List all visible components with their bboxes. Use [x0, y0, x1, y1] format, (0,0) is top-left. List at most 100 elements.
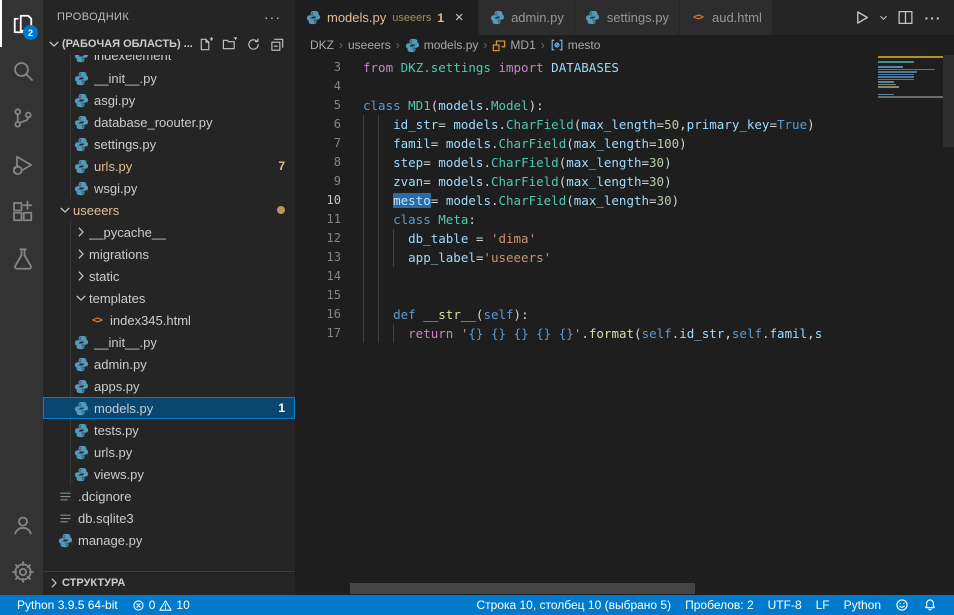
- python-file-icon: [585, 10, 601, 26]
- indent-guide: [363, 248, 364, 267]
- split-editor-button[interactable]: [894, 7, 916, 29]
- workspace-section-header[interactable]: (РАБОЧАЯ ОБЛАСТЬ) ...: [43, 33, 295, 55]
- indent-guide: [70, 353, 71, 375]
- activity-settings-gear-icon[interactable]: [0, 548, 43, 595]
- new-file-icon[interactable]: [198, 37, 213, 52]
- symbol-class-icon: [492, 38, 506, 52]
- indentation-status[interactable]: Пробелов: 2: [678, 595, 761, 615]
- tree-item-asgi.py[interactable]: asgi.py: [43, 89, 295, 111]
- file-label: migrations: [89, 247, 149, 262]
- tree-item-.dcignore[interactable]: .dcignore: [43, 485, 295, 507]
- language-mode-status[interactable]: Python: [837, 595, 888, 615]
- indent-guide: [363, 305, 364, 324]
- tree-item-__pycache__[interactable]: __pycache__: [43, 221, 295, 243]
- tree-item-apps.py[interactable]: apps.py: [43, 375, 295, 397]
- outline-section-header[interactable]: СТРУКТУРА: [43, 571, 295, 593]
- bell-icon: [923, 598, 937, 612]
- collapse-all-icon[interactable]: [270, 37, 285, 52]
- activity-source-control-icon[interactable]: [0, 94, 43, 141]
- breadcrumb-DKZ[interactable]: DKZ: [310, 38, 334, 52]
- file-label: urls.py: [94, 445, 132, 460]
- explorer-more-actions-icon[interactable]: ···: [264, 9, 281, 25]
- more-actions-button[interactable]: ···: [920, 10, 946, 26]
- tab-aud.html[interactable]: <>aud.html: [680, 0, 773, 35]
- breadcrumb-label: MD1: [510, 38, 535, 52]
- problems-badge: 7: [278, 159, 285, 173]
- tree-item-urls.py[interactable]: urls.py7: [43, 155, 295, 177]
- cursor-position-status[interactable]: Строка 10, столбец 10 (выбрано 5): [469, 595, 678, 615]
- minimap[interactable]: [878, 56, 943, 595]
- tree-item-urls.py[interactable]: urls.py: [43, 441, 295, 463]
- tree-item-wsgi.py[interactable]: wsgi.py: [43, 177, 295, 199]
- refresh-icon[interactable]: [246, 37, 261, 52]
- python-interpreter-status[interactable]: Python 3.9.5 64-bit: [10, 595, 125, 615]
- tab-label: settings.py: [607, 10, 669, 25]
- activity-extensions-icon[interactable]: [0, 188, 43, 235]
- encoding-status[interactable]: UTF-8: [761, 595, 809, 615]
- breadcrumb-label: mesto: [568, 38, 601, 52]
- activity-account-icon[interactable]: [0, 501, 43, 548]
- run-dropdown-chevron-icon[interactable]: [876, 7, 890, 29]
- tree-item-index345.html[interactable]: <>index345.html: [43, 309, 295, 331]
- python-file-icon: [73, 356, 89, 372]
- tree-item-database_roouter.py[interactable]: database_roouter.py: [43, 111, 295, 133]
- indent-guide: [378, 267, 379, 286]
- indent-guide: [70, 155, 71, 177]
- file-label: __pycache__: [89, 225, 166, 240]
- close-icon[interactable]: ×: [450, 9, 468, 26]
- indent-guide: [70, 463, 71, 485]
- code-line-16: 16 def __str__(self):: [295, 305, 877, 324]
- tree-item-views.py[interactable]: views.py: [43, 463, 295, 485]
- notifications-button[interactable]: [916, 595, 944, 615]
- breadcrumb-mesto[interactable]: mesto: [550, 38, 601, 52]
- tree-item-settings.py[interactable]: settings.py: [43, 133, 295, 155]
- tree-item-tests.py[interactable]: tests.py: [43, 419, 295, 441]
- indent-guide: [378, 210, 379, 229]
- code-line-15: 15: [295, 286, 877, 305]
- feedback-button[interactable]: [888, 595, 916, 615]
- code-line-10: 10 mesto= models.CharField(max_length=30…: [295, 191, 877, 210]
- tree-item-indexelement[interactable]: indexelement: [43, 55, 295, 66]
- activity-badge: 2: [23, 25, 38, 40]
- tab-settings.py[interactable]: settings.py: [575, 0, 680, 35]
- breadcrumb-MD1[interactable]: MD1: [492, 38, 535, 52]
- line-number: 17: [295, 324, 341, 343]
- tree-item-admin.py[interactable]: admin.py: [43, 353, 295, 375]
- tab-models.py[interactable]: models.pyuseeers1×: [295, 0, 479, 35]
- breadcrumb-models.py[interactable]: models.py: [405, 38, 479, 53]
- run-button[interactable]: [850, 7, 872, 29]
- error-icon: [132, 599, 145, 612]
- tree-item-db.sqlite3[interactable]: db.sqlite3: [43, 507, 295, 529]
- code-line-8: 8 step= models.CharField(max_length=30): [295, 153, 877, 172]
- line-text: class MD1(models.Model):: [363, 96, 544, 115]
- indent-guide: [70, 55, 71, 66]
- activity-search-icon[interactable]: [0, 47, 43, 94]
- indent-guide: [363, 210, 364, 229]
- tree-item-static[interactable]: static: [43, 265, 295, 287]
- problems-status[interactable]: 0 10: [125, 595, 197, 615]
- activity-run-debug-icon[interactable]: [0, 141, 43, 188]
- chevron-right-icon: [46, 576, 62, 590]
- tab-label: models.py: [327, 10, 386, 25]
- indent-guide: [363, 267, 364, 286]
- breadcrumb-useeers[interactable]: useeers: [348, 38, 391, 52]
- tree-item-__init__.py[interactable]: __init__.py: [43, 331, 295, 353]
- line-text: id_str= models.CharField(max_length=50,p…: [363, 115, 815, 134]
- activity-explorer-icon[interactable]: 2: [0, 0, 43, 47]
- tree-item-useeers[interactable]: useeers: [43, 199, 295, 221]
- encoding-label: UTF-8: [768, 598, 802, 612]
- new-folder-icon[interactable]: [222, 37, 237, 52]
- indent-guide: [70, 89, 71, 111]
- tree-item-models.py[interactable]: models.py1: [43, 397, 295, 419]
- horizontal-scrollbar[interactable]: [350, 583, 695, 594]
- code-editor[interactable]: 3from DKZ.settings import DATABASES45cla…: [295, 55, 954, 595]
- vertical-scrollbar[interactable]: [943, 55, 954, 147]
- tree-item-manage.py[interactable]: manage.py: [43, 529, 295, 551]
- tree-item-__init__.py[interactable]: __init__.py: [43, 67, 295, 89]
- tab-admin.py[interactable]: admin.py: [479, 0, 575, 35]
- tree-item-migrations[interactable]: migrations: [43, 243, 295, 265]
- eol-status[interactable]: LF: [809, 595, 837, 615]
- activity-testing-icon[interactable]: [0, 235, 43, 282]
- tree-item-templates[interactable]: templates: [43, 287, 295, 309]
- file-file-icon: [57, 488, 73, 504]
